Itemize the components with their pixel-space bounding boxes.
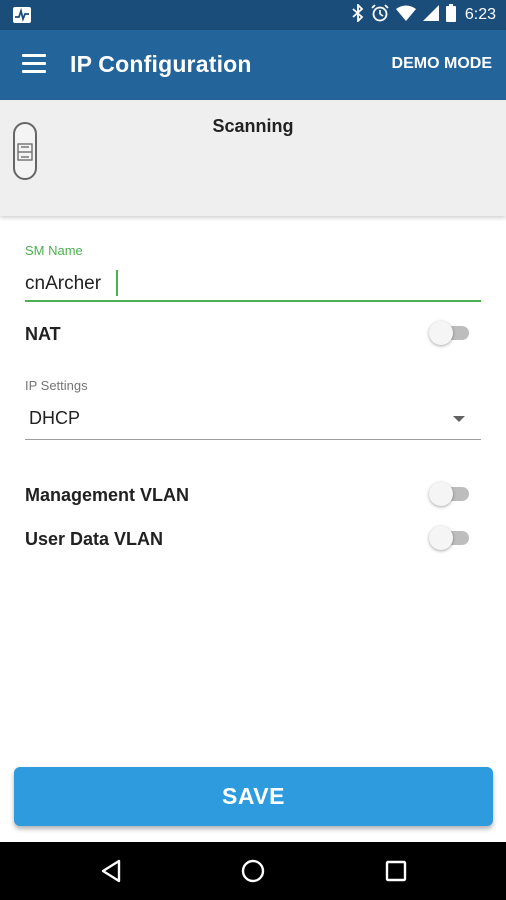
ip-settings-select[interactable]: DHCP: [25, 402, 481, 440]
sm-name-label: SM Name: [25, 243, 83, 258]
home-icon[interactable]: [240, 858, 266, 884]
user-data-vlan-toggle[interactable]: [429, 526, 469, 550]
app-bar: IP Configuration DEMO MODE: [0, 30, 506, 100]
user-data-vlan-label: User Data VLAN: [25, 529, 164, 549]
ip-settings-value: DHCP: [29, 408, 81, 428]
wifi-icon: [395, 5, 416, 26]
management-vlan-label: Management VLAN: [25, 485, 190, 505]
nat-toggle[interactable]: [429, 321, 469, 345]
alarm-icon: [371, 3, 389, 27]
scan-panel: Scanning: [0, 100, 506, 216]
nat-label: NAT: [25, 324, 61, 344]
navigation-bar: [0, 842, 506, 900]
back-icon[interactable]: [99, 858, 125, 884]
activity-icon: [12, 6, 32, 29]
status-time: 6:23: [464, 6, 496, 23]
scanning-status: Scanning: [212, 116, 294, 136]
signal-icon: [422, 4, 439, 26]
dropdown-arrow-icon: [453, 416, 465, 422]
status-bar: 6:23: [0, 0, 506, 30]
bluetooth-icon: [352, 2, 364, 27]
sm-name-input[interactable]: [25, 268, 481, 302]
demo-mode-button[interactable]: DEMO MODE: [392, 55, 492, 73]
ip-settings-label: IP Settings: [25, 378, 88, 393]
recents-icon[interactable]: [383, 858, 409, 884]
management-vlan-toggle[interactable]: [429, 482, 469, 506]
page-title: IP Configuration: [70, 51, 252, 77]
save-button[interactable]: SAVE: [14, 767, 493, 826]
menu-icon[interactable]: [22, 54, 48, 76]
text-cursor: [116, 270, 118, 296]
battery-icon: [445, 3, 456, 27]
